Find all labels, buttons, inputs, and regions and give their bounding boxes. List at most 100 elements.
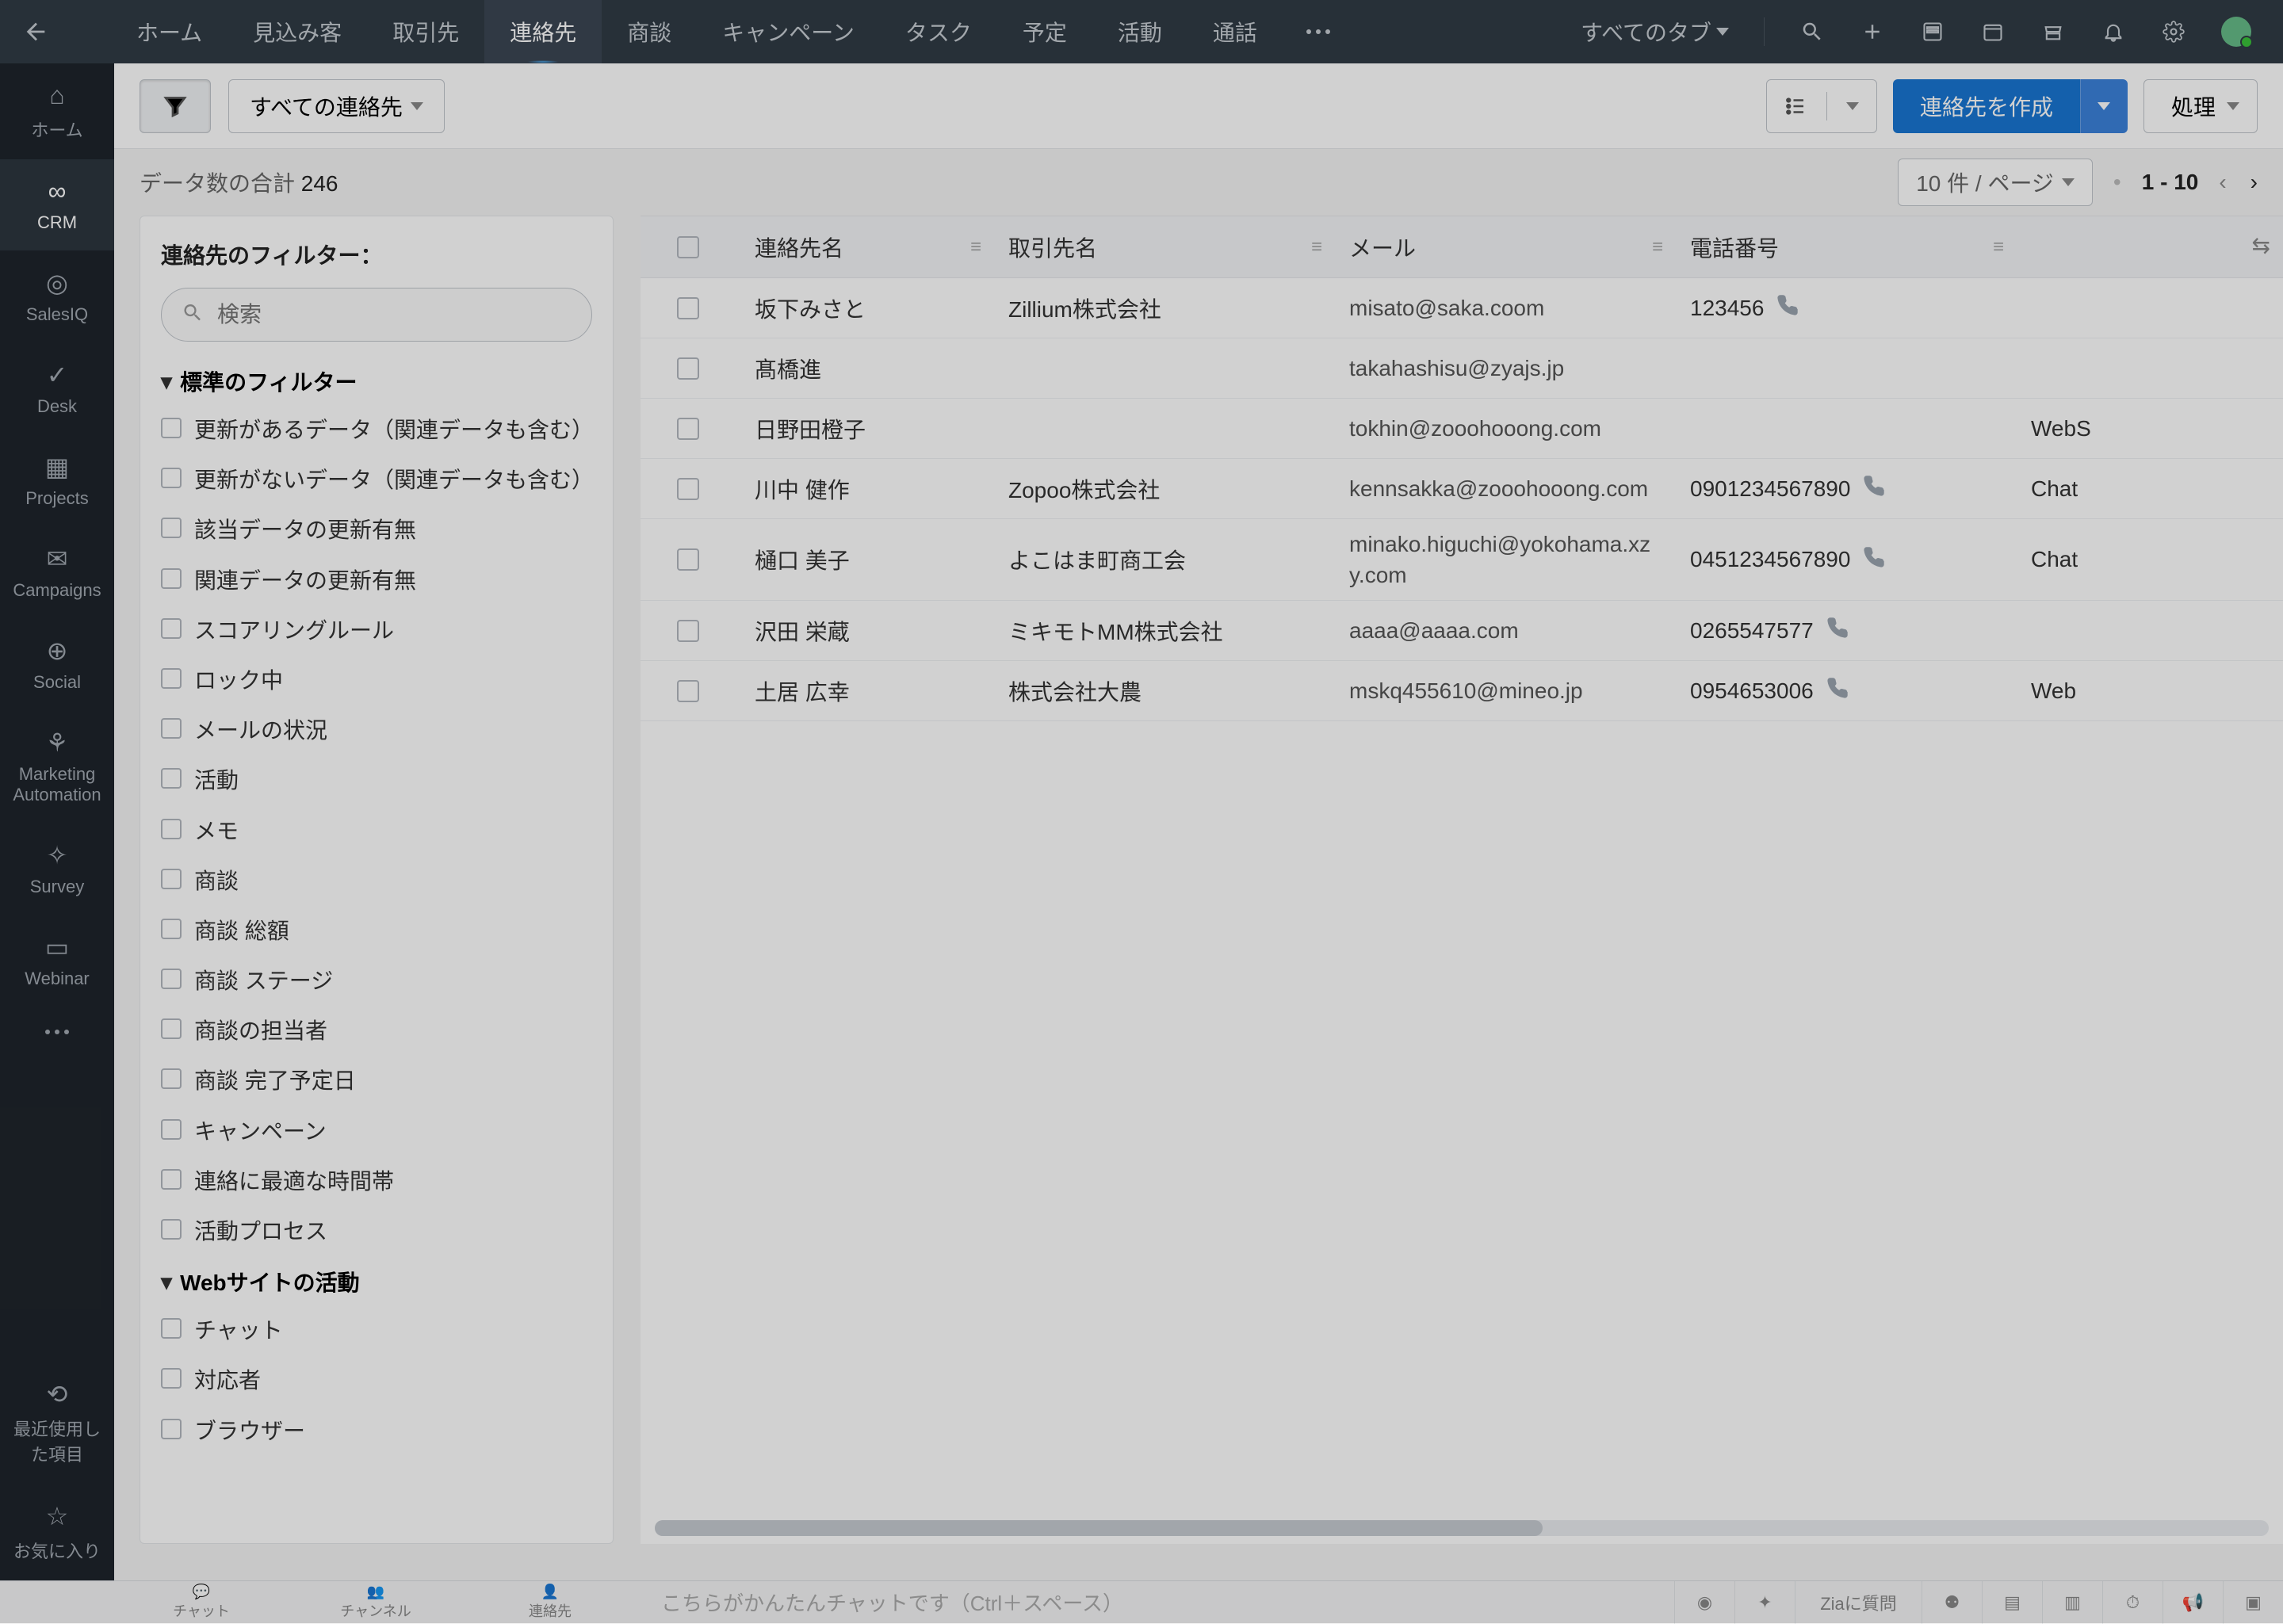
checkbox[interactable]	[161, 418, 182, 438]
tools-icon[interactable]: ✦	[1734, 1581, 1795, 1624]
table-row[interactable]: 坂下みさとZillium株式会社misato@saka.coom123456	[641, 278, 2283, 338]
row-checkbox[interactable]	[677, 620, 699, 642]
calendar-icon[interactable]	[1980, 19, 2006, 44]
table-row[interactable]: 髙橋進takahashisu@zyajs.jp	[641, 338, 2283, 399]
tab-タスク[interactable]: タスク	[880, 0, 997, 63]
col-phone[interactable]: 電話番号≡	[1671, 231, 2012, 263]
filter-item[interactable]: チャット	[161, 1315, 592, 1346]
table-row[interactable]: 沢田 栄蔵ミキモトMM株式会社aaaa@aaaa.com0265547577	[641, 601, 2283, 661]
bottom-tab-1[interactable]: 👥チャンネル	[289, 1580, 463, 1624]
table-row[interactable]: 日野田橙子tokhin@zooohooong.comWebS	[641, 399, 2283, 459]
checkbox[interactable]	[161, 819, 182, 839]
checkbox[interactable]	[161, 1419, 182, 1439]
filter-item[interactable]: 商談の担当者	[161, 1015, 592, 1046]
row-checkbox[interactable]	[677, 680, 699, 702]
create-contact-button[interactable]: 連絡先を作成	[1893, 79, 2080, 133]
checkbox[interactable]	[161, 718, 182, 739]
chat-input-placeholder[interactable]: こちらがかんたんチャットです（Ctrl＋スペース）	[637, 1588, 1674, 1617]
process-button[interactable]: 処理	[2143, 79, 2258, 133]
filter-item[interactable]: 関連データの更新有無	[161, 565, 592, 596]
filter-item[interactable]: 更新がないデータ（関連データも含む）	[161, 464, 592, 495]
filter-item[interactable]: 活動プロセス	[161, 1216, 592, 1247]
briefcase-icon[interactable]: ▣	[2223, 1581, 2283, 1624]
list-layout-button[interactable]	[1766, 79, 1877, 133]
filter-item[interactable]: ブラウザー	[161, 1416, 592, 1446]
nav-marketing[interactable]: ⚘Marketing Automation	[0, 710, 114, 823]
checkbox[interactable]	[161, 668, 182, 689]
tab-予定[interactable]: 予定	[997, 0, 1092, 63]
tab-連絡先[interactable]: 連絡先	[484, 0, 602, 63]
notebook-icon[interactable]	[1920, 19, 1945, 44]
marketplace-icon[interactable]	[2040, 19, 2066, 44]
nav-campaigns[interactable]: ✉Campaigns	[0, 526, 114, 618]
checkbox[interactable]	[161, 768, 182, 789]
filter-item[interactable]: 連絡に最適な時間帯	[161, 1166, 592, 1197]
nav-salesiq[interactable]: ◎SalesIQ	[0, 250, 114, 342]
back-icon[interactable]	[16, 18, 55, 45]
bottom-tab-2[interactable]: 👤連絡先	[463, 1580, 637, 1624]
checkbox[interactable]	[161, 568, 182, 589]
next-page-icon[interactable]: ›	[2250, 170, 2258, 195]
table-row[interactable]: 樋口 美子よこはま町商工会minako.higuchi@yokohama.xzy…	[641, 519, 2283, 601]
avatar[interactable]	[2221, 17, 2251, 47]
col-email[interactable]: メール≡	[1330, 231, 1671, 263]
nav-home[interactable]: ⌂ホーム	[0, 63, 114, 159]
phone-icon[interactable]	[1863, 546, 1885, 574]
checkbox[interactable]	[161, 1368, 182, 1389]
create-dropdown[interactable]	[2080, 79, 2128, 133]
filter-item[interactable]: メモ	[161, 816, 592, 846]
table-row[interactable]: 土居 広幸株式会社大農mskq455610@mineo.jp0954653006…	[641, 661, 2283, 721]
filter-section-standard[interactable]: ▾標準のフィルター	[161, 365, 592, 397]
plus-icon[interactable]	[1860, 19, 1885, 44]
tab-キャンペーン[interactable]: キャンペーン	[697, 0, 880, 63]
filter-item[interactable]: メールの状況	[161, 715, 592, 746]
phone-icon[interactable]	[1826, 677, 1849, 705]
nav-desk[interactable]: ✓Desk	[0, 342, 114, 434]
clipboard-icon[interactable]: ▤	[1982, 1581, 2042, 1624]
search-icon[interactable]	[1799, 19, 1825, 44]
view-selector[interactable]: すべての連絡先	[228, 79, 445, 133]
prev-page-icon[interactable]: ‹	[2219, 170, 2226, 195]
checkbox[interactable]	[161, 468, 182, 488]
all-tabs-dropdown[interactable]: すべてのタブ	[1581, 16, 1729, 48]
row-checkbox[interactable]	[677, 357, 699, 380]
checkbox[interactable]	[161, 1068, 182, 1089]
favorites[interactable]: ☆お気に入り	[0, 1484, 114, 1580]
zia-ask[interactable]: Ziaに質問	[1795, 1581, 1922, 1624]
checkbox[interactable]	[161, 1169, 182, 1190]
checkbox[interactable]	[161, 919, 182, 939]
row-checkbox[interactable]	[677, 548, 699, 571]
checkbox[interactable]	[161, 869, 182, 889]
filter-item[interactable]: スコアリングルール	[161, 615, 592, 646]
timer-icon[interactable]: ⏱	[2102, 1581, 2163, 1624]
filter-item[interactable]: キャンペーン	[161, 1116, 592, 1147]
nav-survey[interactable]: ✧Survey	[0, 823, 114, 915]
filter-item[interactable]: 商談 ステージ	[161, 965, 592, 996]
nav-projects[interactable]: ▦Projects	[0, 434, 114, 526]
phone-icon[interactable]	[1776, 294, 1799, 322]
filter-section-web[interactable]: ▾Webサイトの活動	[161, 1266, 592, 1297]
more-icon[interactable]	[0, 1007, 114, 1057]
page-size-selector[interactable]: 10 件 / ページ	[1898, 159, 2093, 206]
row-checkbox[interactable]	[677, 297, 699, 319]
tab-商談[interactable]: 商談	[602, 0, 697, 63]
bell-icon[interactable]	[2101, 19, 2126, 44]
tab-活動[interactable]: 活動	[1092, 0, 1187, 63]
checkbox[interactable]	[161, 1219, 182, 1240]
tabs-more-icon[interactable]	[1283, 29, 1354, 35]
filter-search-input[interactable]	[161, 288, 592, 342]
tab-取引先[interactable]: 取引先	[367, 0, 484, 63]
phone-icon[interactable]	[1826, 617, 1849, 644]
announce-icon[interactable]: 📢	[2163, 1581, 2223, 1624]
filter-item[interactable]: ロック中	[161, 665, 592, 696]
nav-social[interactable]: ⊕Social	[0, 618, 114, 710]
filter-toggle-button[interactable]	[140, 79, 211, 133]
checkbox[interactable]	[161, 1018, 182, 1039]
filter-item[interactable]: 活動	[161, 765, 592, 796]
filter-item[interactable]: 対応者	[161, 1365, 592, 1396]
table-row[interactable]: 川中 健作Zopoo株式会社kennsakka@zooohooong.com09…	[641, 459, 2283, 519]
tab-通話[interactable]: 通話	[1187, 0, 1283, 63]
checkbox[interactable]	[161, 618, 182, 639]
col-account[interactable]: 取引先名≡	[989, 231, 1330, 263]
checkbox[interactable]	[161, 518, 182, 538]
